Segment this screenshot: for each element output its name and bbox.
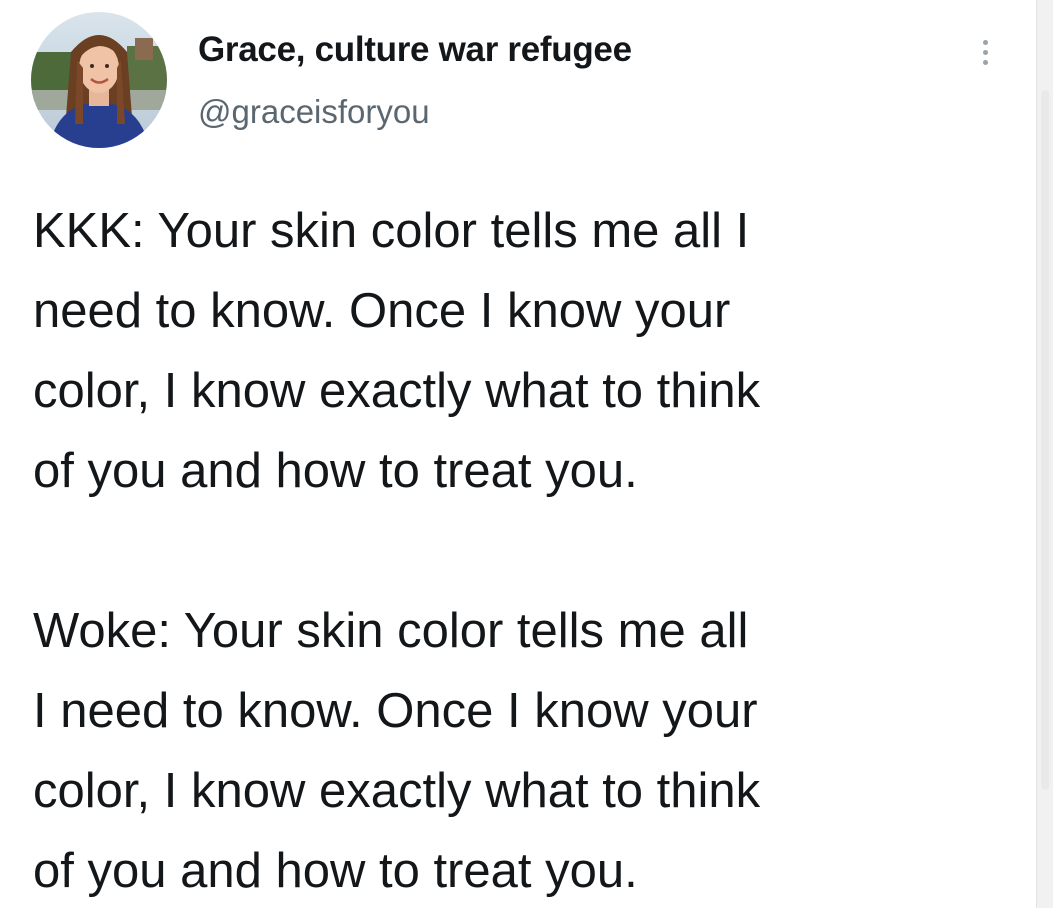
author-handle[interactable]: @graceisforyou [198,93,430,131]
avatar[interactable] [31,12,167,148]
tweet-text: KKK: Your skin color tells me all I need… [33,191,1003,911]
tweet-card: Grace, culture war refugee @graceisforyo… [0,0,1036,908]
scrollbar-thumb[interactable] [1041,90,1049,790]
tweet-paragraph: Woke: Your skin color tells me all I nee… [33,604,761,898]
tweet-paragraph: KKK: Your skin color tells me all I need… [33,204,761,498]
author-display-name[interactable]: Grace, culture war refugee [198,30,632,70]
avatar-photo [31,12,167,148]
scrollbar[interactable] [1036,0,1053,908]
more-options-icon[interactable] [970,28,1000,78]
